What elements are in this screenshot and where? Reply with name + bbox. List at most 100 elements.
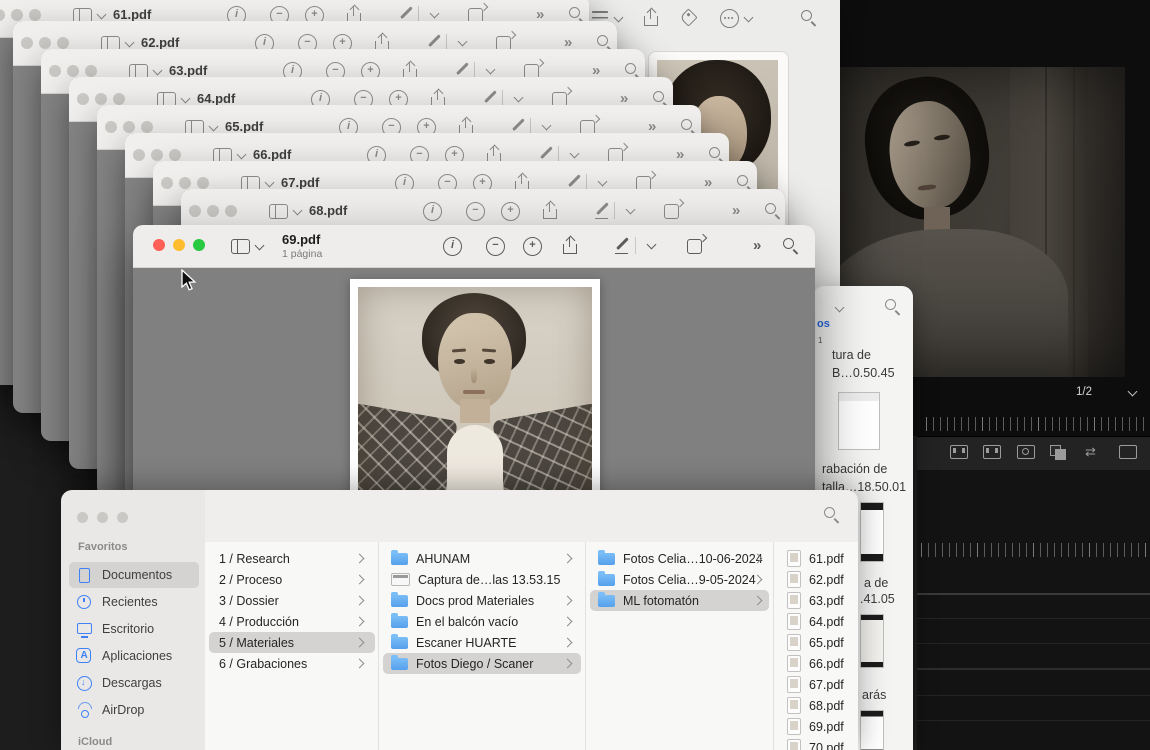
column4-row[interactable]: 66.pdf	[783, 653, 858, 674]
column1-row[interactable]: 3 / Dossier	[209, 590, 375, 611]
file-thumbnail[interactable]	[860, 502, 884, 562]
zoom-button[interactable]	[117, 512, 128, 523]
column4-row[interactable]: 70.pdf	[783, 737, 858, 750]
close-button[interactable]	[153, 239, 165, 251]
column1-row[interactable]: 4 / Producción	[209, 611, 375, 632]
column4-row[interactable]: 69.pdf	[783, 716, 858, 737]
chevron-down-icon[interactable]	[514, 94, 523, 103]
compare-view-icon[interactable]	[1050, 445, 1066, 457]
close-button[interactable]	[77, 93, 89, 105]
rotate-icon[interactable]	[687, 239, 702, 254]
close-button[interactable]	[49, 65, 61, 77]
chevron-down-icon[interactable]	[835, 304, 844, 313]
more-toolbar-icon[interactable]: »	[753, 237, 761, 254]
column4-row[interactable]: 68.pdf	[783, 695, 858, 716]
more-options-icon[interactable]	[720, 9, 739, 28]
sidebar-item-aplicaciones[interactable]: Aplicaciones	[69, 643, 199, 669]
zoom-button[interactable]	[197, 177, 209, 189]
overwrite-icon[interactable]	[983, 445, 1001, 459]
column3-row[interactable]: Fotos Celia…9-05-2024	[590, 569, 769, 590]
zoom-button[interactable]	[57, 37, 69, 49]
close-button[interactable]	[105, 121, 117, 133]
chevron-down-icon[interactable]	[430, 10, 439, 19]
search-icon[interactable]	[783, 238, 799, 254]
window-titlebar[interactable]: 69.pdf 1 página »	[133, 225, 815, 268]
insert-icon[interactable]	[950, 445, 968, 459]
search-icon[interactable]	[765, 203, 781, 219]
chevron-down-icon[interactable]	[614, 14, 623, 23]
chevron-down-icon[interactable]	[744, 14, 753, 23]
search-icon[interactable]	[801, 10, 817, 26]
chevron-down-icon[interactable]	[237, 151, 246, 160]
column4-row[interactable]: 64.pdf	[783, 611, 858, 632]
sidebar-toggle-icon[interactable]	[269, 204, 288, 219]
rotate-icon[interactable]	[664, 204, 679, 219]
chevron-down-icon[interactable]	[97, 11, 106, 20]
column4-row[interactable]: 67.pdf	[783, 674, 858, 695]
close-button[interactable]	[77, 512, 88, 523]
column4-row[interactable]: 61.pdf	[783, 548, 858, 569]
chevron-down-icon[interactable]	[209, 123, 218, 132]
column1-row[interactable]: 1 / Research	[209, 548, 375, 569]
minimize-button[interactable]	[179, 177, 191, 189]
close-button[interactable]	[0, 9, 5, 21]
column2-row[interactable]: AHUNAM	[383, 548, 581, 569]
chevron-down-icon[interactable]	[293, 207, 302, 216]
chevron-down-icon[interactable]	[542, 122, 551, 131]
minimize-button[interactable]	[67, 65, 79, 77]
chevron-down-icon[interactable]	[570, 150, 579, 159]
column4-row[interactable]: 65.pdf	[783, 632, 858, 653]
minimize-button[interactable]	[123, 121, 135, 133]
column2-row[interactable]: En el balcón vacío	[383, 611, 581, 632]
info-icon[interactable]	[423, 202, 442, 221]
column1-row[interactable]: 2 / Proceso	[209, 569, 375, 590]
column3-row-selected[interactable]: ML fotomatón	[590, 590, 769, 611]
sidebar-toggle-icon[interactable]	[231, 239, 250, 254]
search-icon[interactable]	[885, 299, 901, 315]
minimize-button[interactable]	[39, 37, 51, 49]
zoom-out-icon[interactable]	[486, 237, 505, 256]
search-icon[interactable]	[824, 507, 840, 523]
column4-row[interactable]: 62.pdf	[783, 569, 858, 590]
more-toolbar-icon[interactable]: »	[732, 202, 740, 219]
share-icon[interactable]	[563, 237, 577, 254]
chevron-down-icon[interactable]	[125, 39, 134, 48]
column-divider[interactable]	[378, 542, 379, 750]
minimize-button[interactable]	[207, 205, 219, 217]
close-button[interactable]	[133, 149, 145, 161]
zoom-button[interactable]	[169, 149, 181, 161]
share-icon[interactable]	[644, 9, 658, 26]
zoom-button[interactable]	[29, 9, 41, 21]
column1-row-selected[interactable]: 5 / Materiales	[209, 632, 375, 653]
chevron-down-icon[interactable]	[486, 66, 495, 75]
minimize-button[interactable]	[11, 9, 23, 21]
chevron-down-icon[interactable]	[181, 95, 190, 104]
share-icon[interactable]	[543, 202, 557, 219]
export-frame-icon[interactable]	[1017, 445, 1035, 459]
chevron-down-icon[interactable]	[265, 179, 274, 188]
zoom-button[interactable]	[225, 205, 237, 217]
chevron-down-icon[interactable]	[598, 178, 607, 187]
column2-row[interactable]: Captura de…las 13.53.15	[383, 569, 581, 590]
minimize-button[interactable]	[151, 149, 163, 161]
sidebar-item-recientes[interactable]: Recientes	[69, 589, 199, 615]
minimize-button[interactable]	[97, 512, 108, 523]
column2-row[interactable]: Escaner HUARTE	[383, 632, 581, 653]
program-mini-timeline-ruler[interactable]	[926, 417, 1150, 431]
markup-icon[interactable]	[614, 237, 630, 254]
zoom-button[interactable]	[141, 121, 153, 133]
zoom-button[interactable]	[193, 239, 205, 251]
column3-row[interactable]: Fotos Celia…10-06-2024	[590, 548, 769, 569]
close-button[interactable]	[161, 177, 173, 189]
close-button[interactable]	[189, 205, 201, 217]
zoom-button[interactable]	[85, 65, 97, 77]
chevron-down-icon[interactable]	[458, 38, 467, 47]
chevron-down-icon[interactable]	[626, 206, 635, 215]
zoom-out-icon[interactable]	[466, 202, 485, 221]
info-icon[interactable]	[443, 237, 462, 256]
file-thumbnail[interactable]	[838, 392, 880, 450]
column-divider[interactable]	[773, 542, 774, 750]
minimize-button[interactable]	[173, 239, 185, 251]
column4-row[interactable]: 63.pdf	[783, 590, 858, 611]
chevron-down-icon[interactable]	[647, 241, 656, 250]
